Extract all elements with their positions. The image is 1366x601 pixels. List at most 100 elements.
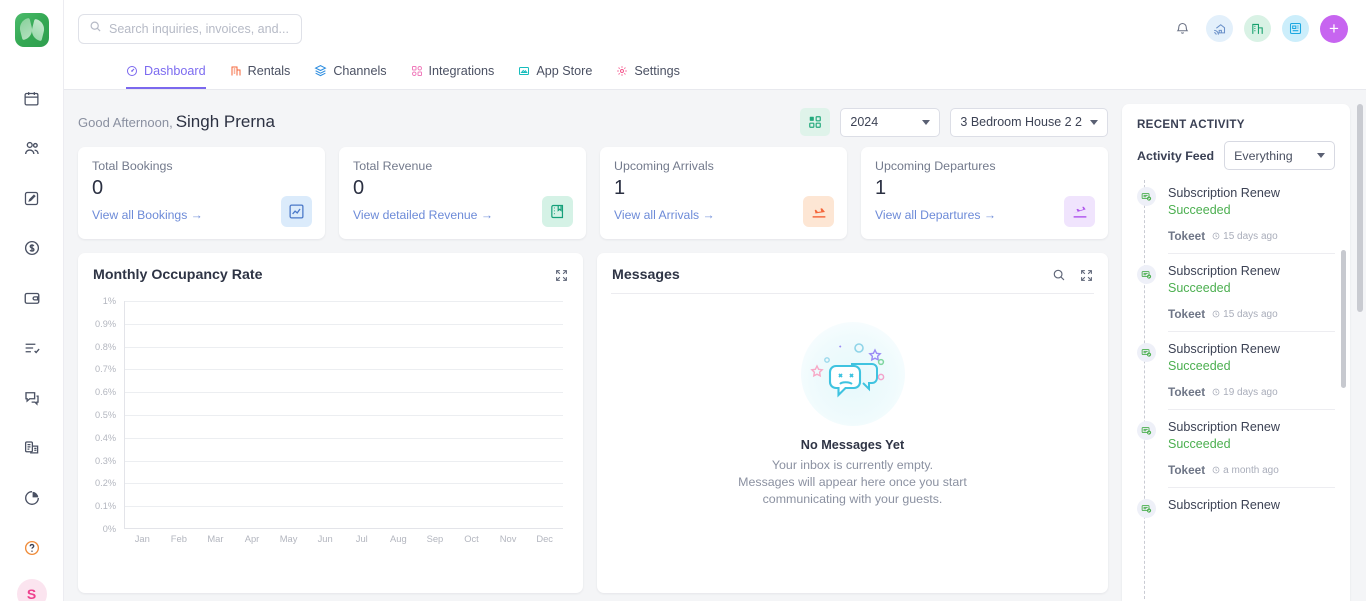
activity-time-text: 15 days ago [1223, 230, 1278, 242]
stat-value: 1 [875, 177, 887, 199]
messages-search-icon[interactable] [1052, 268, 1066, 282]
activity-time-text: 19 days ago [1223, 386, 1278, 398]
chart-y-tick: 0.9% [95, 318, 116, 329]
chevron-down-icon [1317, 153, 1325, 158]
main-column: + Dashboard Rentals [64, 0, 1366, 601]
invoice-icon[interactable] [1282, 15, 1309, 42]
activity-item-body: Subscription Renew Succeeded Tokeet 19 day… [1168, 342, 1335, 410]
year-value: 2024 [850, 115, 879, 129]
settings-icon [616, 65, 628, 77]
chart-plot-area [124, 301, 563, 529]
rail-item-billing[interactable] [0, 223, 63, 273]
tab-label: Channels [333, 63, 387, 78]
year-select[interactable]: 2024 [840, 107, 941, 137]
chart-gridline [125, 301, 563, 302]
stat-card-upcoming-arrivals: Upcoming Arrivals 1 View all Arrivals → [600, 147, 847, 239]
chart-y-tick: 0.5% [95, 410, 116, 420]
chart-y-tick: 0.4% [95, 432, 116, 443]
chart-y-tick: 0.2% [95, 478, 116, 489]
rail-item-editor[interactable] [0, 173, 63, 223]
chart-x-tick: Aug [389, 533, 407, 544]
rail-item-calendar[interactable] [0, 73, 63, 123]
activity-scrollbar[interactable] [1341, 250, 1346, 388]
tasks-icon [23, 339, 41, 357]
activity-item-body: Subscription Renew Succeeded Tokeet 15 day… [1168, 186, 1335, 254]
tab-label: Settings [634, 63, 680, 78]
greeting-row: Good Afternoon, Singh Prerna 2024 3 Bedr… [78, 104, 1108, 140]
activity-item[interactable]: Subscription Renew Succeeded Tokeet 15 day… [1137, 186, 1335, 264]
activity-app: Tokeet [1168, 463, 1206, 477]
view-detailed-revenue-link[interactable]: View detailed Revenue → [353, 208, 572, 222]
chart-gridline [125, 346, 563, 348]
tab-rentals[interactable]: Rentals [230, 57, 291, 89]
search-input[interactable] [109, 21, 291, 36]
occupancy-expand-icon[interactable] [555, 269, 568, 282]
building-icon[interactable] [1244, 15, 1271, 42]
edit-icon [23, 190, 40, 207]
no-messages-line-3: communicating with your guests. [762, 492, 943, 506]
view-all-arrivals-link[interactable]: View all Arrivals → [614, 208, 833, 222]
rail-item-contacts[interactable] [0, 123, 63, 173]
grid-view-toggle[interactable] [800, 108, 831, 136]
tab-channels[interactable]: Channels [314, 57, 387, 89]
chart-x-tick: Mar [207, 533, 224, 544]
tab-settings[interactable]: Settings [616, 57, 680, 89]
occupancy-title: Monthly Occupancy Rate [93, 267, 263, 283]
activity-list: Subscription Renew Succeeded Tokeet 15 day… [1122, 170, 1350, 601]
avatar[interactable]: S [16, 579, 47, 601]
activity-app: Tokeet [1168, 229, 1206, 243]
rail-item-reports[interactable] [0, 473, 63, 523]
calendar-icon [23, 90, 40, 107]
stat-title: Upcoming Arrivals [614, 159, 714, 173]
ledger-book-icon [542, 196, 573, 227]
activity-meta: Tokeet a month ago [1168, 463, 1335, 477]
activity-separator [1168, 331, 1335, 332]
chevron-down-icon [1090, 119, 1098, 125]
activity-item[interactable]: Subscription Renew Succeeded Tokeet 15 day… [1137, 264, 1335, 342]
rail-item-messages[interactable] [0, 373, 63, 423]
tab-label: Rentals [247, 63, 291, 78]
notification-bell-icon[interactable] [1169, 16, 1195, 42]
activity-item[interactable]: Subscription Renew Succeeded Tokeet 19 day… [1137, 342, 1335, 420]
recent-activity-title: RECENT ACTIVITY [1137, 118, 1245, 131]
tab-app-store[interactable]: App Store [518, 57, 592, 89]
property-select[interactable]: 3 Bedroom House 2 2 [950, 107, 1108, 137]
search-box[interactable] [78, 13, 302, 44]
rentals-icon [230, 65, 242, 77]
top-bar: + [64, 0, 1366, 57]
chart-x-tick: Oct [464, 533, 479, 544]
stat-card-total-bookings: Total Bookings 0 View all Bookings → [78, 147, 325, 239]
chart-gridline [125, 460, 563, 462]
chart-gridline [125, 392, 563, 394]
page-scrollbar[interactable] [1357, 104, 1363, 312]
integrations-icon [411, 65, 423, 77]
messages-panel-header: Messages [597, 253, 1108, 293]
tab-integrations[interactable]: Integrations [411, 57, 494, 89]
stat-cards: Total Bookings 0 View all Bookings → Tot… [78, 147, 1108, 239]
view-all-departures-link[interactable]: View all Departures → [875, 208, 1094, 222]
rail-item-help[interactable] [0, 523, 63, 573]
chart-x-tick: Nov [499, 533, 517, 544]
chart-x-tick: Dec [536, 533, 553, 544]
add-button[interactable]: + [1320, 14, 1348, 43]
activity-item[interactable]: Subscription Renew Succeeded Tokeet a mont… [1137, 420, 1335, 498]
activity-feed-select[interactable]: Everything [1224, 141, 1335, 170]
wallet-icon [23, 289, 41, 307]
tab-dashboard[interactable]: Dashboard [126, 57, 206, 89]
rail-item-documents[interactable] [0, 423, 63, 473]
activity-item[interactable]: Subscription Renew [1137, 498, 1335, 528]
rail-item-wallet[interactable] [0, 273, 63, 323]
rail-item-list: S [0, 73, 63, 601]
no-messages-line-1: Your inbox is currently empty. [771, 458, 934, 472]
messages-expand-icon[interactable] [1080, 269, 1093, 282]
smart-home-icon[interactable] [1206, 15, 1233, 42]
chart-gridline [125, 437, 563, 439]
view-all-bookings-link[interactable]: View all Bookings → [92, 208, 311, 222]
no-messages-title: No Messages Yet [800, 438, 905, 452]
stat-title: Total Bookings [92, 159, 173, 173]
brand-logo-icon[interactable] [14, 13, 49, 47]
activity-app: Tokeet [1168, 385, 1206, 399]
chart-y-tick: 0.3% [95, 455, 116, 466]
rail-item-tasks[interactable] [0, 323, 63, 373]
chart-x-axis: Jan Feb Mar Apr May Jun Jul Aug Sep Oct Nov Dec [124, 533, 563, 544]
